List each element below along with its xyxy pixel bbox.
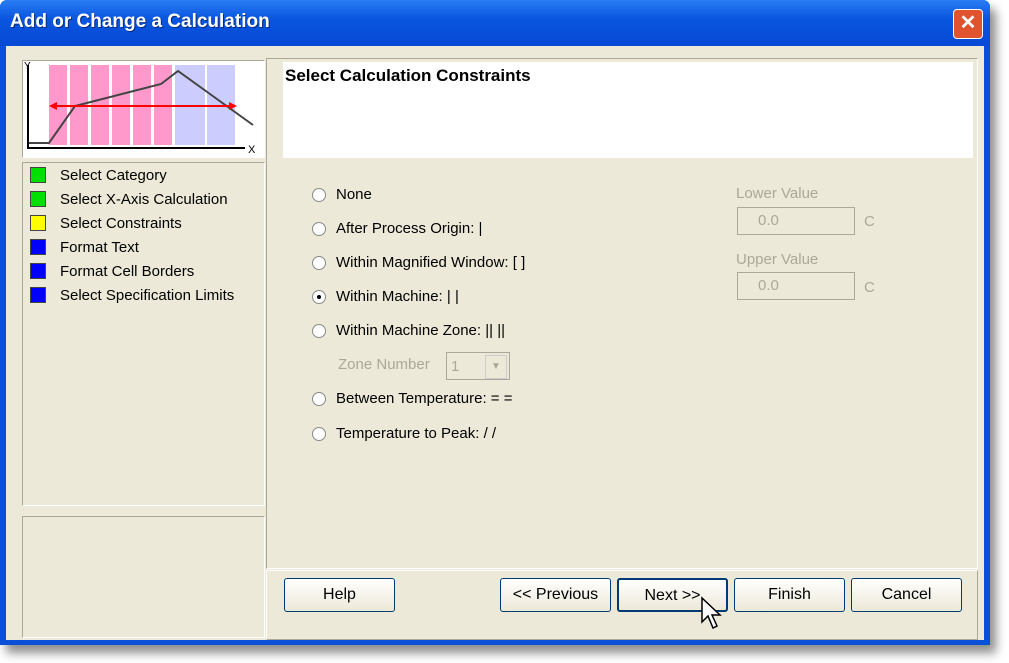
- option-label: Within Machine Zone: || ||: [336, 322, 505, 339]
- y-axis-label: Y: [24, 61, 31, 72]
- step-status-icon: [30, 191, 46, 207]
- option-label: Within Machine: | |: [336, 288, 459, 305]
- option-label: Between Temperature: = =: [336, 390, 513, 407]
- option-label: Temperature to Peak: / /: [336, 425, 497, 442]
- radio-button[interactable]: [312, 426, 326, 441]
- step-item[interactable]: Select Constraints: [30, 212, 182, 234]
- header-panel: Select Calculation Constraints: [283, 62, 973, 158]
- step-item[interactable]: Select Category: [30, 164, 167, 186]
- step-label: Format Cell Borders: [60, 262, 195, 280]
- zone-number-value: 1: [451, 358, 460, 375]
- radio-button[interactable]: [312, 255, 326, 270]
- constraint-option[interactable]: Temperature to Peak: / /: [312, 425, 496, 442]
- cancel-button[interactable]: Cancel: [851, 578, 962, 612]
- radio-button[interactable]: [312, 323, 326, 338]
- constraint-option[interactable]: Within Machine: | |: [312, 288, 459, 305]
- upper-value-input[interactable]: 0.0: [737, 272, 855, 300]
- constraint-option[interactable]: None: [312, 186, 372, 203]
- constraint-option[interactable]: Within Machine Zone: || ||: [312, 322, 505, 339]
- step-label: Select Constraints: [60, 214, 182, 232]
- step-status-icon: [30, 167, 46, 183]
- upper-value-label: Upper Value: [736, 251, 819, 268]
- zone-number-select[interactable]: 1 ▼: [446, 352, 510, 380]
- calculation-diagram: Y X: [24, 61, 256, 156]
- chevron-down-icon[interactable]: ▼: [485, 355, 507, 379]
- step-label: Format Text: [60, 238, 139, 256]
- step-status-icon: [30, 287, 46, 303]
- x-axis-label: X: [248, 144, 256, 156]
- previous-button[interactable]: << Previous: [500, 578, 611, 612]
- step-label: Select X-Axis Calculation: [60, 190, 228, 208]
- option-label: None: [336, 186, 372, 203]
- radio-button[interactable]: [312, 187, 326, 202]
- lower-value-input[interactable]: 0.0: [737, 207, 855, 235]
- close-button[interactable]: ✕: [953, 9, 983, 39]
- step-item[interactable]: Format Cell Borders: [30, 260, 194, 282]
- constraint-option[interactable]: Between Temperature: = =: [312, 390, 513, 407]
- step-status-icon: [30, 239, 46, 255]
- finish-button[interactable]: Finish: [734, 578, 845, 612]
- step-label: Select Specification Limits: [60, 286, 235, 304]
- mouse-cursor-icon: [701, 596, 722, 630]
- zone-number-label: Zone Number: [338, 356, 430, 373]
- radio-button[interactable]: [312, 391, 326, 406]
- title-bar: Add or Change a Calculation ✕: [0, 0, 990, 46]
- step-status-icon: [30, 215, 46, 231]
- step-item[interactable]: Select X-Axis Calculation: [30, 188, 228, 210]
- lower-unit: C: [864, 213, 875, 230]
- step-item[interactable]: Select Specification Limits: [30, 284, 234, 306]
- upper-unit: C: [864, 279, 875, 296]
- lower-value-label: Lower Value: [736, 185, 819, 202]
- option-label: Within Magnified Window: [ ]: [336, 254, 526, 271]
- radio-button[interactable]: [312, 221, 326, 236]
- radio-button[interactable]: [312, 289, 326, 304]
- constraint-option[interactable]: Within Magnified Window: [ ]: [312, 254, 525, 271]
- constraint-option[interactable]: After Process Origin: |: [312, 220, 482, 237]
- step-label: Select Category: [60, 166, 167, 184]
- option-label: After Process Origin: |: [336, 220, 483, 237]
- info-panel: [22, 516, 265, 638]
- window-title: Add or Change a Calculation: [10, 11, 270, 32]
- step-item[interactable]: Format Text: [30, 236, 139, 258]
- help-button[interactable]: Help: [284, 578, 395, 612]
- page-title: Select Calculation Constraints: [285, 66, 531, 85]
- diagram-panel: Y X: [22, 60, 265, 158]
- step-status-icon: [30, 263, 46, 279]
